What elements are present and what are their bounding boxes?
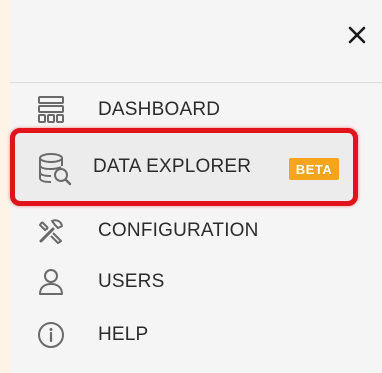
header-divider [10,82,382,83]
drawer-header [10,0,382,80]
info-icon [36,320,66,350]
beta-badge: BETA [289,158,339,180]
menu-item-configuration[interactable]: CONFIGURATION [10,206,382,256]
menu-item-data-explorer[interactable]: DATA EXPLORER BETA [10,128,358,206]
tools-icon [36,216,66,246]
menu-item-label: DASHBOARD [98,99,221,120]
menu-item-label: HELP [98,324,149,345]
menu-item-users[interactable]: USERS [10,257,382,307]
menu-item-label: DATA EXPLORER [93,156,252,177]
menu-item-help[interactable]: HELP [10,310,382,360]
menu-item-label: USERS [98,271,165,292]
dashboard-icon [36,95,66,125]
menu-item-label: CONFIGURATION [98,220,259,241]
close-icon [348,26,366,44]
database-search-icon [37,151,73,187]
user-icon [36,267,66,297]
close-button[interactable] [344,22,370,48]
navigation-drawer: DASHBOARD DATA EXPLORER BETA CONFIGURATI… [10,0,382,373]
